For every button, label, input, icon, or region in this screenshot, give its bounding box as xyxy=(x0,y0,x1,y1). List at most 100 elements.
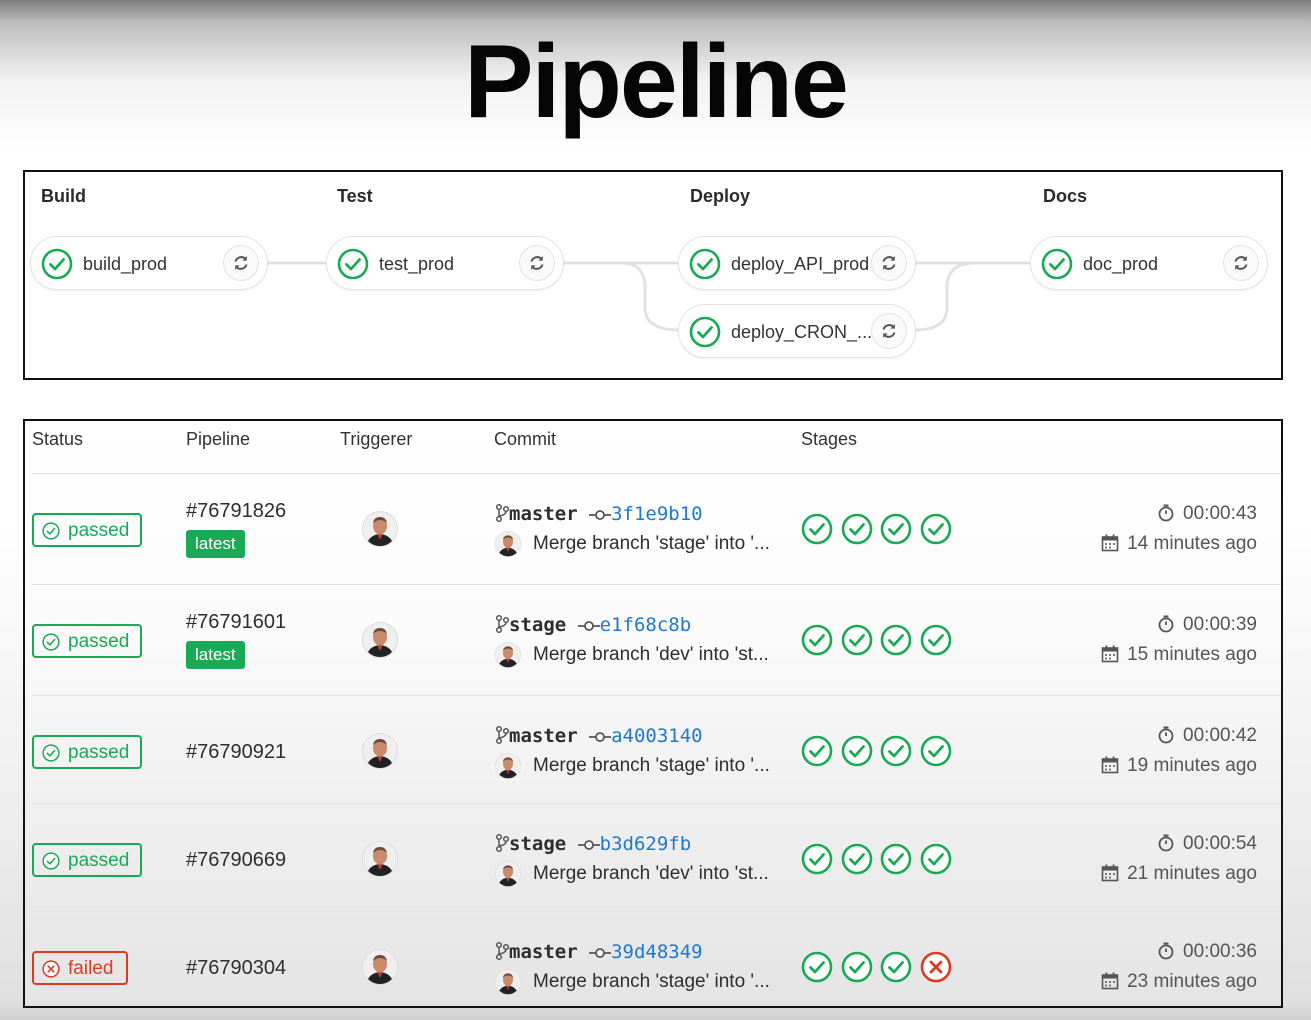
commit-author-avatar[interactable] xyxy=(495,861,521,887)
commit-sha-link[interactable]: b3d629fb xyxy=(600,833,692,855)
branch-icon xyxy=(495,833,509,855)
status-label: passed xyxy=(68,631,130,652)
stage-status-passed[interactable] xyxy=(841,624,873,656)
commit-sha-link[interactable]: a4003140 xyxy=(611,725,703,747)
retry-button[interactable] xyxy=(871,313,907,349)
stage-status-passed[interactable] xyxy=(801,951,833,983)
branch-link[interactable]: master xyxy=(509,503,578,525)
job-doc-prod[interactable]: doc_prod xyxy=(1030,236,1268,290)
branch-link[interactable]: master xyxy=(509,725,578,747)
pipeline-finished-time: 15 minutes ago xyxy=(1101,644,1257,669)
table-row[interactable]: passed #76790921 master a4003140 Merge b… xyxy=(32,695,1281,805)
timer-icon xyxy=(1157,726,1175,750)
stage-status-passed[interactable] xyxy=(920,513,952,545)
commit-title-link[interactable]: Merge branch 'stage' into '... xyxy=(533,971,770,993)
stage-header-test: Test xyxy=(337,186,373,206)
commit-author-avatar[interactable] xyxy=(495,969,521,995)
triggerer-avatar[interactable] xyxy=(362,733,398,769)
status-badge[interactable]: failed xyxy=(32,951,128,985)
stage-status-passed[interactable] xyxy=(920,843,952,875)
check-circle-icon xyxy=(920,624,952,660)
page-title: Pipeline xyxy=(464,24,849,140)
stage-status-passed[interactable] xyxy=(880,843,912,875)
stage-status-passed[interactable] xyxy=(880,513,912,545)
stage-status-passed[interactable] xyxy=(841,735,873,767)
commit-sha-link[interactable]: e1f68c8b xyxy=(600,614,692,636)
job-name: deploy_CRON_... xyxy=(731,322,873,342)
commit-title-link[interactable]: Merge branch 'dev' into 'st... xyxy=(533,644,769,666)
stage-status-passed[interactable] xyxy=(880,624,912,656)
stage-status-passed[interactable] xyxy=(841,951,873,983)
stage-status-passed[interactable] xyxy=(880,735,912,767)
status-label: passed xyxy=(68,850,130,871)
branch-icon xyxy=(495,725,509,747)
check-circle-icon xyxy=(841,513,873,549)
status-badge[interactable]: passed xyxy=(32,735,142,769)
job-deploy-cron[interactable]: deploy_CRON_... xyxy=(678,304,916,358)
commit-author-avatar[interactable] xyxy=(495,531,521,557)
pipeline-id[interactable]: #76791826 xyxy=(186,500,286,523)
retry-button[interactable] xyxy=(223,245,259,281)
triggerer-avatar[interactable] xyxy=(362,949,398,985)
triggerer-avatar[interactable] xyxy=(362,622,398,658)
status-badge[interactable]: passed xyxy=(32,624,142,658)
check-circle-icon xyxy=(801,951,833,987)
check-circle-icon xyxy=(337,248,369,280)
stage-status-passed[interactable] xyxy=(801,843,833,875)
branch-link[interactable]: stage xyxy=(509,833,566,855)
job-name: deploy_API_prod xyxy=(731,254,870,274)
stage-status-passed[interactable] xyxy=(841,513,873,545)
stage-status-passed[interactable] xyxy=(801,735,833,767)
branch-link[interactable]: master xyxy=(509,941,578,963)
commit-title-link[interactable]: Merge branch 'stage' into '... xyxy=(533,755,770,777)
calendar-icon xyxy=(1101,534,1119,558)
stage-icons xyxy=(801,951,961,985)
time-ago-text: 15 minutes ago xyxy=(1127,644,1257,665)
table-row[interactable]: passed #76790669 stage b3d629fb Merge br… xyxy=(32,803,1281,913)
stage-status-passed[interactable] xyxy=(801,513,833,545)
timer-icon xyxy=(1157,615,1175,639)
commit-title-link[interactable]: Merge branch 'stage' into '... xyxy=(533,533,770,555)
check-circle-icon xyxy=(42,744,60,768)
status-badge[interactable]: passed xyxy=(32,513,142,547)
job-build-prod[interactable]: build_prod xyxy=(30,236,268,290)
table-row[interactable]: passed #76791826 latest master 3f1e9b10 M… xyxy=(32,473,1281,583)
duration-text: 00:00:39 xyxy=(1183,614,1257,635)
branch-link[interactable]: stage xyxy=(509,614,566,636)
check-circle-icon xyxy=(841,624,873,660)
column-header-commit: Commit xyxy=(494,429,556,449)
table-row[interactable]: passed #76791601 latest stage e1f68c8b Me… xyxy=(32,584,1281,694)
commit-icon xyxy=(577,833,600,855)
check-circle-icon xyxy=(42,852,60,876)
commit-title-link[interactable]: Merge branch 'dev' into 'st... xyxy=(533,863,769,885)
stage-status-failed[interactable] xyxy=(920,951,952,983)
pipeline-id[interactable]: #76790669 xyxy=(186,849,286,872)
stage-status-passed[interactable] xyxy=(841,843,873,875)
triggerer-avatar[interactable] xyxy=(362,841,398,877)
commit-author-avatar[interactable] xyxy=(495,753,521,779)
triggerer-avatar[interactable] xyxy=(362,511,398,547)
check-circle-icon xyxy=(880,513,912,549)
commit-author-avatar[interactable] xyxy=(495,642,521,668)
column-header-stages: Stages xyxy=(801,429,858,449)
job-test-prod[interactable]: test_prod xyxy=(326,236,564,290)
pipeline-id[interactable]: #76790304 xyxy=(186,957,286,980)
stage-status-passed[interactable] xyxy=(920,735,952,767)
stage-status-passed[interactable] xyxy=(801,624,833,656)
commit-sha-link[interactable]: 3f1e9b10 xyxy=(611,503,703,525)
stage-status-passed[interactable] xyxy=(880,951,912,983)
commit-icon xyxy=(577,614,600,636)
commit-sha-link[interactable]: 39d48349 xyxy=(611,941,703,963)
retry-button[interactable] xyxy=(1223,245,1259,281)
pipeline-id[interactable]: #76791601 xyxy=(186,611,286,634)
pipeline-id[interactable]: #76790921 xyxy=(186,741,286,764)
latest-badge: latest xyxy=(186,641,245,669)
status-badge[interactable]: passed xyxy=(32,843,142,877)
retry-button[interactable] xyxy=(519,245,555,281)
table-row[interactable]: failed #76790304 master 39d48349 Merge b… xyxy=(32,911,1281,1006)
retry-button[interactable] xyxy=(871,245,907,281)
job-deploy-api-prod[interactable]: deploy_API_prod xyxy=(678,236,916,290)
pipelines-table: Status Pipeline Triggerer Commit Stages … xyxy=(23,419,1283,1008)
branch-icon xyxy=(495,614,509,636)
stage-status-passed[interactable] xyxy=(920,624,952,656)
